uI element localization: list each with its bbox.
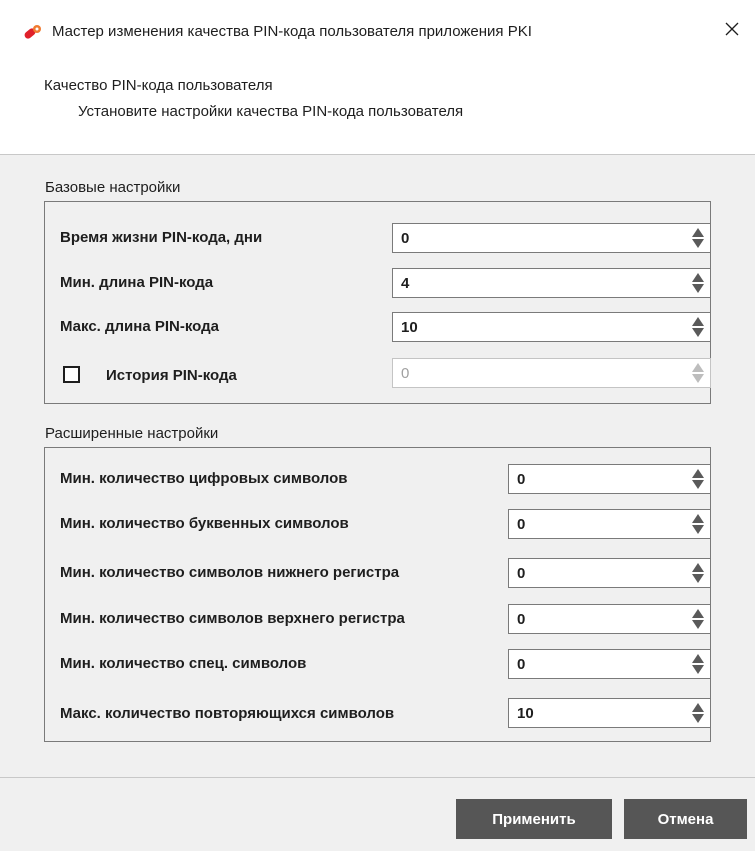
wizard-window: Мастер изменения качества PIN-кода польз… xyxy=(0,0,755,851)
spin-arrows-icon[interactable] xyxy=(692,316,704,338)
spin-arrows-icon[interactable] xyxy=(692,513,704,535)
spin-arrows-icon[interactable] xyxy=(692,608,704,630)
spin-arrows-icon[interactable] xyxy=(692,227,704,249)
min-digits-label: Мин. количество цифровых символов xyxy=(60,470,348,487)
min-lowercase-label: Мин. количество символов нижнего регистр… xyxy=(60,564,400,581)
advanced-settings-label: Расширенные настройки xyxy=(45,425,219,442)
history-value: 0 xyxy=(401,365,410,382)
min-lowercase-spinbox[interactable]: 0 xyxy=(508,558,711,588)
window-title: Мастер изменения качества PIN-кода польз… xyxy=(52,23,532,40)
history-checkbox[interactable] xyxy=(63,366,80,383)
min-length-label: Мин. длина PIN-кода xyxy=(60,274,214,291)
close-button[interactable] xyxy=(709,8,755,52)
min-special-value: 0 xyxy=(517,656,526,673)
pki-key-icon xyxy=(22,23,42,43)
spin-arrows-icon[interactable] xyxy=(692,468,704,490)
lifetime-label: Время жизни PIN-кода, дни xyxy=(60,229,263,246)
min-uppercase-value: 0 xyxy=(517,611,526,628)
max-length-value: 10 xyxy=(401,319,418,336)
max-repeating-value: 10 xyxy=(517,705,534,722)
max-length-label: Макс. длина PIN-кода xyxy=(60,318,219,335)
page-subtitle: Установите настройки качества PIN-кода п… xyxy=(78,103,464,120)
cancel-button[interactable]: Отмена xyxy=(624,799,747,839)
title-bar: Мастер изменения качества PIN-кода польз… xyxy=(0,0,755,64)
min-length-value: 4 xyxy=(401,275,410,292)
history-spinbox[interactable]: 0 xyxy=(392,358,711,388)
min-uppercase-spinbox[interactable]: 0 xyxy=(508,604,711,634)
min-letters-value: 0 xyxy=(517,516,526,533)
lifetime-value: 0 xyxy=(401,230,410,247)
min-length-spinbox[interactable]: 4 xyxy=(392,268,711,298)
max-repeating-spinbox[interactable]: 10 xyxy=(508,698,711,728)
min-special-spinbox[interactable]: 0 xyxy=(508,649,711,679)
spin-arrows-icon[interactable] xyxy=(692,562,704,584)
page-title: Качество PIN-кода пользователя xyxy=(44,77,273,94)
spin-arrows-icon[interactable] xyxy=(692,362,704,384)
min-digits-value: 0 xyxy=(517,471,526,488)
min-digits-spinbox[interactable]: 0 xyxy=(508,464,711,494)
min-lowercase-value: 0 xyxy=(517,565,526,582)
spin-arrows-icon[interactable] xyxy=(692,272,704,294)
close-icon xyxy=(725,21,739,40)
max-length-spinbox[interactable]: 10 xyxy=(392,312,711,342)
spin-arrows-icon[interactable] xyxy=(692,702,704,724)
spin-arrows-icon[interactable] xyxy=(692,653,704,675)
min-special-label: Мин. количество спец. символов xyxy=(60,655,307,672)
footer-divider xyxy=(0,777,755,778)
basic-settings-label: Базовые настройки xyxy=(45,179,181,196)
lifetime-spinbox[interactable]: 0 xyxy=(392,223,711,253)
max-repeating-label: Макс. количество повторяющихся символов xyxy=(60,705,395,722)
min-letters-label: Мин. количество буквенных символов xyxy=(60,515,349,532)
wizard-header: Качество PIN-кода пользователя Установит… xyxy=(0,64,755,155)
apply-button[interactable]: Применить xyxy=(456,799,612,839)
min-uppercase-label: Мин. количество символов верхнего регист… xyxy=(60,610,405,627)
min-letters-spinbox[interactable]: 0 xyxy=(508,509,711,539)
history-label: История PIN-кода xyxy=(106,367,237,384)
